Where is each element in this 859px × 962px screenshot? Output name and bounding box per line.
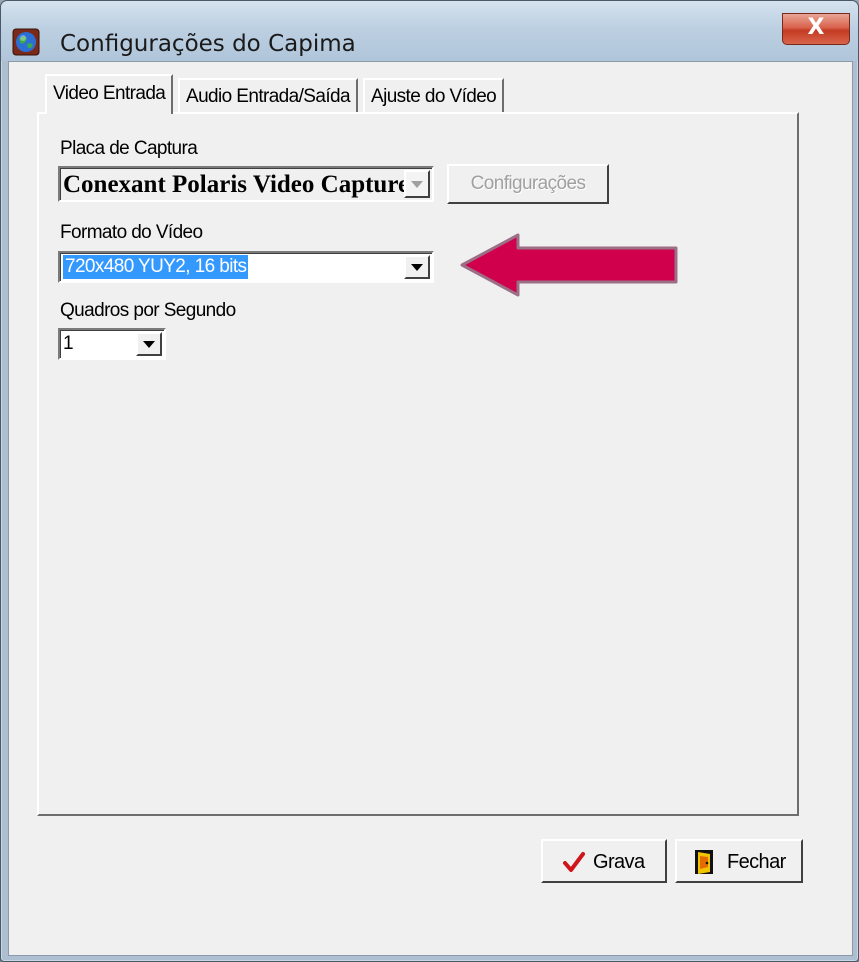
placa-captura-label: Placa de Captura — [60, 138, 198, 159]
quadros-dropdown-button[interactable] — [136, 332, 162, 356]
fechar-label: Fechar — [727, 851, 786, 873]
chevron-down-icon — [411, 181, 423, 188]
annotation-arrow — [460, 233, 678, 297]
grava-button[interactable]: Grava — [541, 839, 667, 883]
close-button[interactable]: X — [782, 13, 850, 45]
fechar-button[interactable]: Fechar — [675, 839, 803, 883]
formato-video-label: Formato do Vídeo — [60, 222, 203, 243]
placa-captura-select[interactable]: Conexant Polaris Video Capture — [58, 166, 434, 202]
tab-panel-video-entrada: Placa de Captura Conexant Polaris Video … — [37, 112, 799, 816]
formato-video-select[interactable]: 720x480 YUY2, 16 bits — [58, 251, 434, 283]
grava-label: Grava — [593, 851, 645, 873]
quadros-segundo-label: Quadros por Segundo — [60, 300, 236, 321]
settings-dialog: Configurações do Capima X Video Entrada … — [0, 0, 859, 962]
chevron-down-icon — [411, 264, 423, 271]
formato-dropdown-button[interactable] — [404, 255, 430, 279]
chevron-down-icon — [143, 341, 155, 348]
quadros-segundo-value: 1 — [63, 333, 74, 354]
tab-ajuste-do-video[interactable]: Ajuste do Vídeo — [363, 78, 505, 112]
dialog-client-area: Video Entrada Audio Entrada/Saída Ajuste… — [8, 61, 853, 956]
placa-captura-value: Conexant Polaris Video Capture — [63, 171, 410, 198]
formato-video-value: 720x480 YUY2, 16 bits — [63, 255, 249, 279]
configuracoes-button[interactable]: Configurações — [447, 164, 609, 204]
title-bar[interactable]: Configurações do Capima X — [1, 1, 858, 61]
checkmark-icon — [563, 851, 585, 879]
tab-audio-entrada-saida[interactable]: Audio Entrada/Saída — [178, 78, 358, 112]
quadros-segundo-select[interactable]: 1 — [58, 328, 166, 360]
tab-video-entrada[interactable]: Video Entrada — [45, 74, 174, 114]
exit-door-icon — [694, 849, 716, 881]
window-title: Configurações do Capima — [60, 31, 356, 57]
placa-dropdown-button[interactable] — [404, 170, 430, 198]
app-globe-icon — [12, 27, 40, 57]
